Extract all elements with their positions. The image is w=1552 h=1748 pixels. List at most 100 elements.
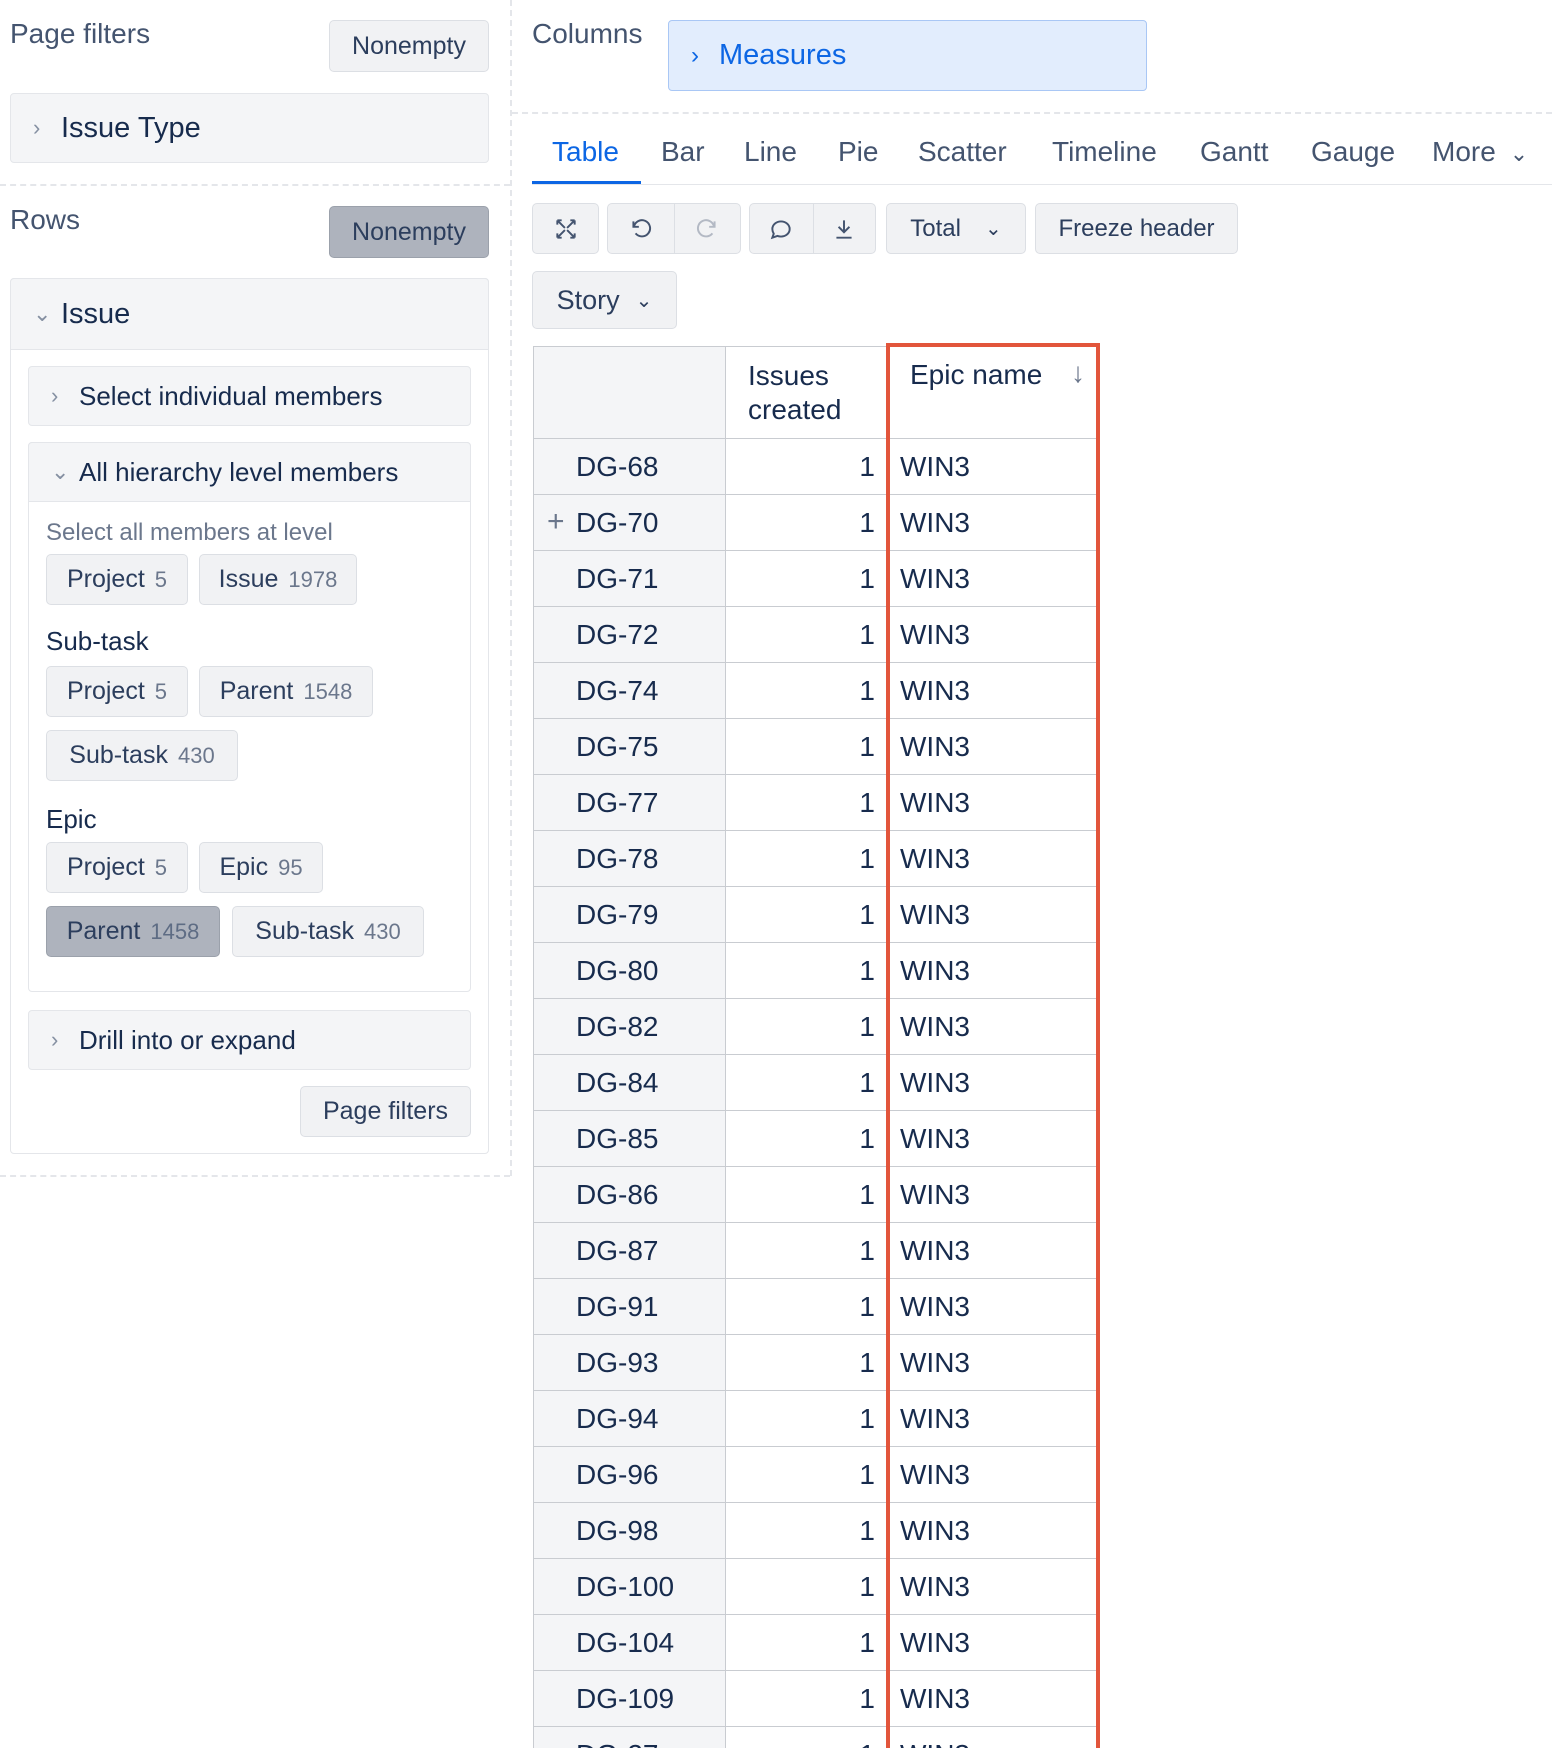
issue-dimension-header[interactable]: ⌄ Issue xyxy=(10,278,489,350)
row-member-cell[interactable]: DG-78 xyxy=(533,830,726,887)
epic-name-cell: WIN3 xyxy=(887,942,1100,999)
row-member-cell[interactable]: DG-71 xyxy=(533,550,726,607)
story-dropdown[interactable]: Story ⌄ xyxy=(532,271,677,329)
table-row: DG-80 1 WIN3 xyxy=(533,942,1100,999)
row-member-cell[interactable]: DG-84 xyxy=(533,1054,726,1111)
expand-plus-icon[interactable]: + xyxy=(547,505,565,539)
epic-name-cell: WIN3 xyxy=(887,1726,1100,1748)
issues-created-cell: 1 xyxy=(725,1222,888,1279)
row-member-cell[interactable]: DG-100 xyxy=(533,1558,726,1615)
tab-more[interactable]: More ⌄ xyxy=(1432,136,1528,168)
epic-name-cell: WIN3 xyxy=(887,1334,1100,1391)
table-row: DG-98 1 WIN3 xyxy=(533,1502,1100,1559)
issues-created-cell: 1 xyxy=(725,1278,888,1335)
table-row: DG-109 1 WIN3 xyxy=(533,1670,1100,1727)
epic-name-cell: WIN3 xyxy=(887,606,1100,663)
row-member-cell[interactable]: DG-87 xyxy=(533,1222,726,1279)
epic-name-cell: WIN3 xyxy=(887,830,1100,887)
tab-gauge[interactable]: Gauge xyxy=(1311,136,1395,168)
report-table: Issues created Epic name ↓ DG-68 1 WIN3 + DG… xyxy=(533,346,1100,1748)
epic-name-cell: WIN3 xyxy=(887,662,1100,719)
row-member-cell[interactable]: DG-82 xyxy=(533,998,726,1055)
row-member-cell[interactable]: + DG-70 xyxy=(533,494,726,551)
row-member-cell[interactable]: DG-94 xyxy=(533,1390,726,1447)
undo-button[interactable] xyxy=(608,216,674,242)
tab-line[interactable]: Line xyxy=(744,136,797,168)
issues-created-cell: 1 xyxy=(725,1334,888,1391)
issues-created-cell: 1 xyxy=(725,1166,888,1223)
row-member-cell[interactable]: DG-80 xyxy=(533,942,726,999)
issues-created-header[interactable]: Issues created xyxy=(725,346,888,439)
epic-name-cell: WIN3 xyxy=(887,886,1100,943)
tab-table[interactable]: Table xyxy=(552,136,619,168)
select-individual-members[interactable]: › Select individual members xyxy=(28,366,471,426)
subtask-project-button[interactable]: Project 5 xyxy=(46,666,188,717)
row-member-cell[interactable]: DG-98 xyxy=(533,1502,726,1559)
total-dropdown[interactable]: Total ⌄ xyxy=(886,203,1026,254)
epic-parent-button[interactable]: Parent 1458 xyxy=(46,906,220,957)
epic-name-cell: WIN3 xyxy=(887,1502,1100,1559)
table-row: DG-82 1 WIN3 xyxy=(533,998,1100,1055)
subtask-subtask-button[interactable]: Sub-task 430 xyxy=(46,730,238,781)
chevron-right-icon: › xyxy=(33,115,41,140)
freeze-header-button[interactable]: Freeze header xyxy=(1035,203,1238,254)
table-row: DG-72 1 WIN3 xyxy=(533,606,1100,663)
tab-scatter[interactable]: Scatter xyxy=(918,136,1007,168)
measures-dimension[interactable]: › Measures xyxy=(668,20,1147,91)
rows-nonempty-button[interactable]: Nonempty xyxy=(329,206,489,258)
row-member-cell[interactable]: DG-86 xyxy=(533,1166,726,1223)
page-filters-nonempty-button[interactable]: Nonempty xyxy=(329,20,489,72)
row-member-cell[interactable]: DG-109 xyxy=(533,1670,726,1727)
row-member-cell[interactable]: DG-96 xyxy=(533,1446,726,1503)
row-member-cell[interactable]: DG-27 xyxy=(533,1726,726,1748)
tab-pie[interactable]: Pie xyxy=(838,136,878,168)
row-member-cell[interactable]: DG-74 xyxy=(533,662,726,719)
tab-bar[interactable]: Bar xyxy=(661,136,705,168)
table-row: DG-68 1 WIN3 xyxy=(533,438,1100,495)
epic-name-cell: WIN3 xyxy=(887,1110,1100,1167)
page-filters-title: Page filters xyxy=(10,18,151,49)
rows-title: Rows xyxy=(10,204,81,235)
issue-type-dimension[interactable]: › Issue Type xyxy=(10,93,489,163)
epic-group-title: Epic xyxy=(46,804,97,834)
subtask-parent-button[interactable]: Parent 1548 xyxy=(199,666,373,717)
issues-created-cell: 1 xyxy=(725,1054,888,1111)
chevron-down-icon: ⌄ xyxy=(635,289,653,312)
row-member-cell[interactable]: DG-93 xyxy=(533,1334,726,1391)
table-row: DG-104 1 WIN3 xyxy=(533,1614,1100,1671)
table-row: DG-84 1 WIN3 xyxy=(533,1054,1100,1111)
sort-descending-icon[interactable]: ↓ xyxy=(1071,357,1085,389)
tab-timeline[interactable]: Timeline xyxy=(1052,136,1157,168)
comment-button[interactable] xyxy=(750,216,813,242)
level-issue-button[interactable]: Issue 1978 xyxy=(199,554,357,605)
row-member-cell[interactable]: DG-68 xyxy=(533,438,726,495)
epic-name-header[interactable]: Epic name ↓ xyxy=(887,346,1100,439)
all-hierarchy-level-members[interactable]: ⌄ All hierarchy level members xyxy=(28,442,471,502)
row-member-cell[interactable]: DG-85 xyxy=(533,1110,726,1167)
epic-name-cell: WIN3 xyxy=(887,1166,1100,1223)
row-member-cell[interactable]: DG-104 xyxy=(533,1614,726,1671)
table-row: DG-94 1 WIN3 xyxy=(533,1390,1100,1447)
row-member-cell[interactable]: DG-72 xyxy=(533,606,726,663)
row-member-cell[interactable]: DG-91 xyxy=(533,1278,726,1335)
issues-created-cell: 1 xyxy=(725,550,888,607)
table-row: DG-100 1 WIN3 xyxy=(533,1558,1100,1615)
export-button[interactable] xyxy=(814,216,875,242)
tab-gantt[interactable]: Gantt xyxy=(1200,136,1268,168)
epic-project-button[interactable]: Project 5 xyxy=(46,842,188,893)
level-project-button[interactable]: Project 5 xyxy=(46,554,188,605)
table-row: DG-78 1 WIN3 xyxy=(533,830,1100,887)
redo-icon xyxy=(697,218,717,237)
row-member-cell[interactable]: DG-75 xyxy=(533,718,726,775)
row-header-corner xyxy=(533,346,726,439)
epic-subtask-button[interactable]: Sub-task 430 xyxy=(232,906,424,957)
epic-name-cell: WIN3 xyxy=(887,1278,1100,1335)
fullscreen-button[interactable] xyxy=(532,203,599,254)
epic-name-cell: WIN3 xyxy=(887,774,1100,831)
redo-button[interactable] xyxy=(675,216,740,242)
row-member-cell[interactable]: DG-77 xyxy=(533,774,726,831)
page-filters-button[interactable]: Page filters xyxy=(300,1086,471,1137)
epic-epic-button[interactable]: Epic 95 xyxy=(199,842,323,893)
row-member-cell[interactable]: DG-79 xyxy=(533,886,726,943)
drill-into-or-expand[interactable]: › Drill into or expand xyxy=(28,1010,471,1070)
